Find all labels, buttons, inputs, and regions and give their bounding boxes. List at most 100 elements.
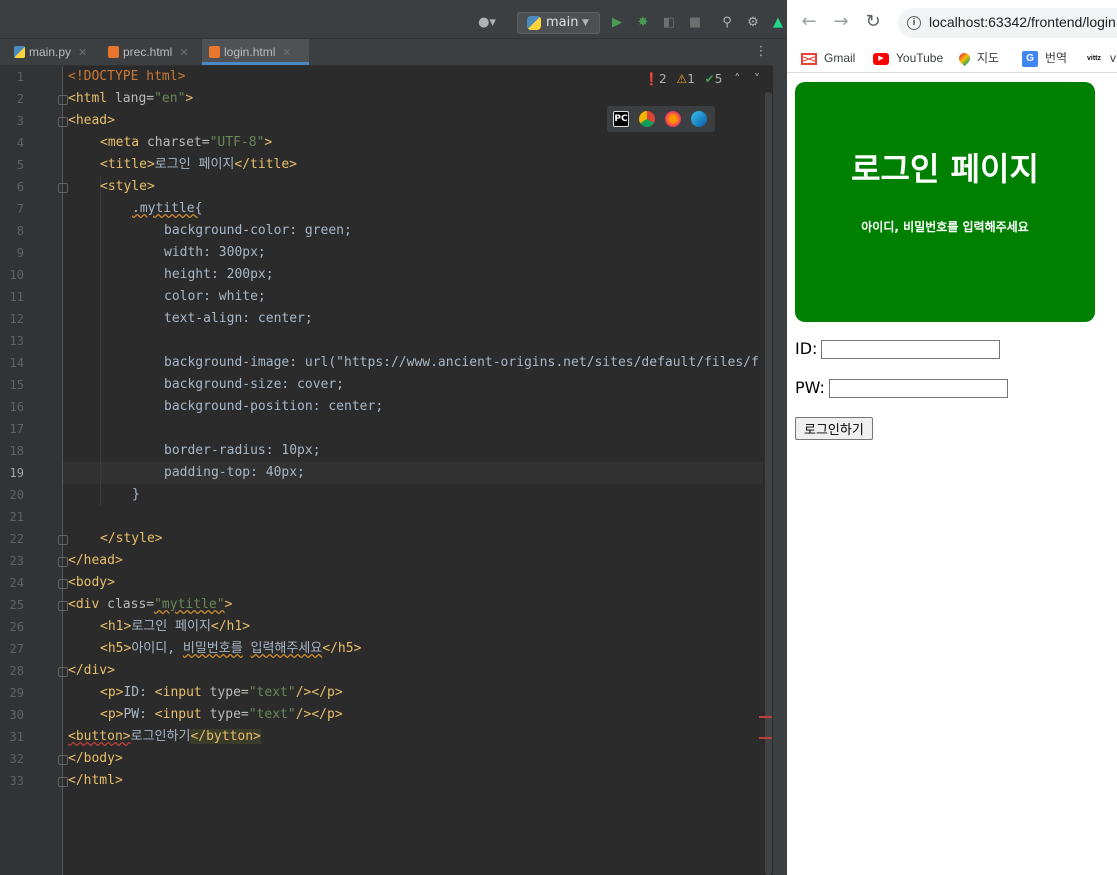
inspection-widget[interactable]: ❗2 ⚠1 ✔5 ˄ ˅: [644, 72, 760, 88]
typo-icon: ✔: [704, 72, 715, 86]
error-stripe-marker[interactable]: [759, 737, 772, 739]
more-tabs-icon[interactable]: ⋮: [754, 42, 768, 62]
ide-window: ●▾ main ▼ ▶ ✸ ◧ ■ ⚲ ⚙ ▲ main.py ✕ prec.ht…: [0, 0, 787, 875]
code-line: color: white;: [164, 286, 266, 308]
browser-window: ← → ↻ i localhost:63342/frontend/login G…: [787, 0, 1117, 875]
code-token: 로그인하기: [130, 729, 191, 744]
line-number-gutter: 1 2 3 4 5 6 7 8 9 10 11 12 13 14 15 16 17 18 19 20 21 22 23 24 2…: [0, 66, 68, 875]
back-icon[interactable]: ←: [798, 11, 820, 33]
coverage-icon[interactable]: ◧: [660, 13, 678, 33]
pw-input[interactable]: [828, 379, 1008, 398]
info-icon[interactable]: i: [907, 16, 921, 30]
code-editor[interactable]: <!DOCTYPE html> <html lang="en"> <head> …: [63, 66, 771, 875]
stop-icon[interactable]: ■: [686, 13, 704, 33]
line-number: 26: [9, 620, 24, 634]
line-number: 13: [9, 334, 24, 348]
code-token: background-image: url("https://www.ancie…: [164, 355, 759, 370]
line-number: 6: [16, 180, 24, 194]
gear-icon[interactable]: ⚙: [744, 13, 762, 33]
chrome-icon[interactable]: [639, 111, 655, 127]
bookmark-translate[interactable]: G 번역: [1022, 48, 1067, 68]
edge-icon[interactable]: [691, 111, 707, 127]
address-bar[interactable]: i localhost:63342/frontend/login: [898, 8, 1117, 38]
code-token: <meta: [100, 135, 140, 150]
login-button[interactable]: 로그인하기: [795, 417, 873, 440]
warning-count: 1: [687, 72, 695, 86]
code-line: text-align: center;: [164, 308, 313, 330]
id-input[interactable]: [821, 340, 1001, 359]
title-box: 로그인 페이지 아이디, 비밀번호를 입력해주세요: [795, 82, 1095, 322]
forward-icon[interactable]: →: [830, 11, 852, 33]
bookmark-label: 번역: [1045, 51, 1068, 65]
code-token: background-size: cover;: [164, 377, 345, 392]
line-number: 20: [9, 488, 24, 502]
line-number: 32: [9, 752, 24, 766]
ide-title-strip: [0, 0, 787, 9]
tab-prec-html[interactable]: prec.html ✕: [108, 39, 200, 65]
search-icon[interactable]: ⚲: [718, 13, 736, 33]
code-token: }: [132, 487, 140, 502]
indent-guide: [100, 176, 101, 506]
code-token: type=: [201, 685, 249, 700]
close-icon[interactable]: ✕: [78, 47, 87, 59]
line-number: 28: [9, 664, 24, 678]
code-line: <head>: [68, 110, 115, 132]
code-token: 비밀번호를: [182, 641, 243, 656]
editor-scroll-thumb[interactable]: [765, 92, 772, 875]
code-line: <title>로그인 페이지</title>: [100, 154, 297, 176]
code-line: }: [132, 484, 140, 506]
run-config-selector[interactable]: main ▼: [517, 12, 600, 34]
error-stripe-marker[interactable]: [759, 716, 772, 718]
line-number: 9: [16, 246, 24, 260]
code-token: </title>: [234, 157, 298, 172]
code-line: <div class="mytitle">: [68, 594, 232, 616]
code-line: <html lang="en">: [68, 88, 193, 110]
close-icon[interactable]: ✕: [282, 47, 291, 59]
bookmark-gmail[interactable]: Gmail: [801, 48, 855, 68]
code-token: class=: [99, 597, 155, 612]
line-number: 10: [9, 268, 24, 282]
pw-label: PW:: [795, 378, 825, 397]
code-line: width: 300px;: [164, 242, 266, 264]
open-in-browser-popup: PC: [607, 106, 715, 132]
code-line: <!DOCTYPE html>: [68, 66, 185, 88]
code-line: height: 200px;: [164, 264, 274, 286]
bookmark-maps[interactable]: 지도: [956, 48, 999, 68]
translate-icon: G: [1022, 50, 1038, 67]
user-icon[interactable]: ●▾: [474, 13, 500, 33]
code-token: "text": [248, 707, 296, 722]
code-token: 아이디,: [131, 641, 183, 656]
code-line: <h1>로그인 페이지</h1>: [100, 616, 250, 638]
code-token: </div>: [68, 663, 115, 678]
code-line: </html>: [68, 770, 123, 792]
line-number: 8: [16, 224, 24, 238]
firefox-icon[interactable]: [665, 111, 681, 127]
chevron-down-icon[interactable]: ˅: [754, 72, 760, 86]
code-token: lang=: [107, 91, 155, 106]
code-token: </html>: [68, 773, 123, 788]
tab-main-py[interactable]: main.py ✕: [14, 39, 100, 65]
typo-count: 5: [714, 72, 723, 86]
browser-toolbar: ← → ↻ i localhost:63342/frontend/login: [787, 0, 1117, 44]
url-text[interactable]: localhost:63342/frontend/login: [929, 14, 1116, 30]
code-token: </body>: [68, 751, 123, 766]
run-icon[interactable]: ▶: [608, 13, 626, 33]
code-token: <html: [68, 91, 108, 106]
tab-login-html[interactable]: login.html ✕: [202, 39, 309, 65]
pycharm-icon[interactable]: PC: [613, 111, 629, 127]
reload-icon[interactable]: ↻: [862, 11, 884, 33]
line-number: 15: [9, 378, 24, 392]
jetbrains-logo-icon[interactable]: ▲: [770, 13, 786, 33]
id-label: ID:: [795, 339, 818, 358]
line-number: 3: [16, 114, 24, 128]
code-token: </head>: [68, 553, 123, 568]
code-line: background-color: green;: [164, 220, 352, 242]
chevron-up-icon[interactable]: ˄: [734, 72, 740, 86]
code-token: "mytitle": [154, 597, 225, 612]
debug-icon[interactable]: ✸: [634, 13, 652, 33]
bookmark-youtube[interactable]: ▶ YouTube: [873, 48, 943, 68]
close-icon[interactable]: ✕: [179, 47, 188, 59]
page-subheading: 아이디, 비밀번호를 입력해주세요: [861, 220, 1029, 234]
bookmark-vittz[interactable]: vittz v: [1087, 48, 1116, 68]
line-number: 25: [9, 598, 24, 612]
